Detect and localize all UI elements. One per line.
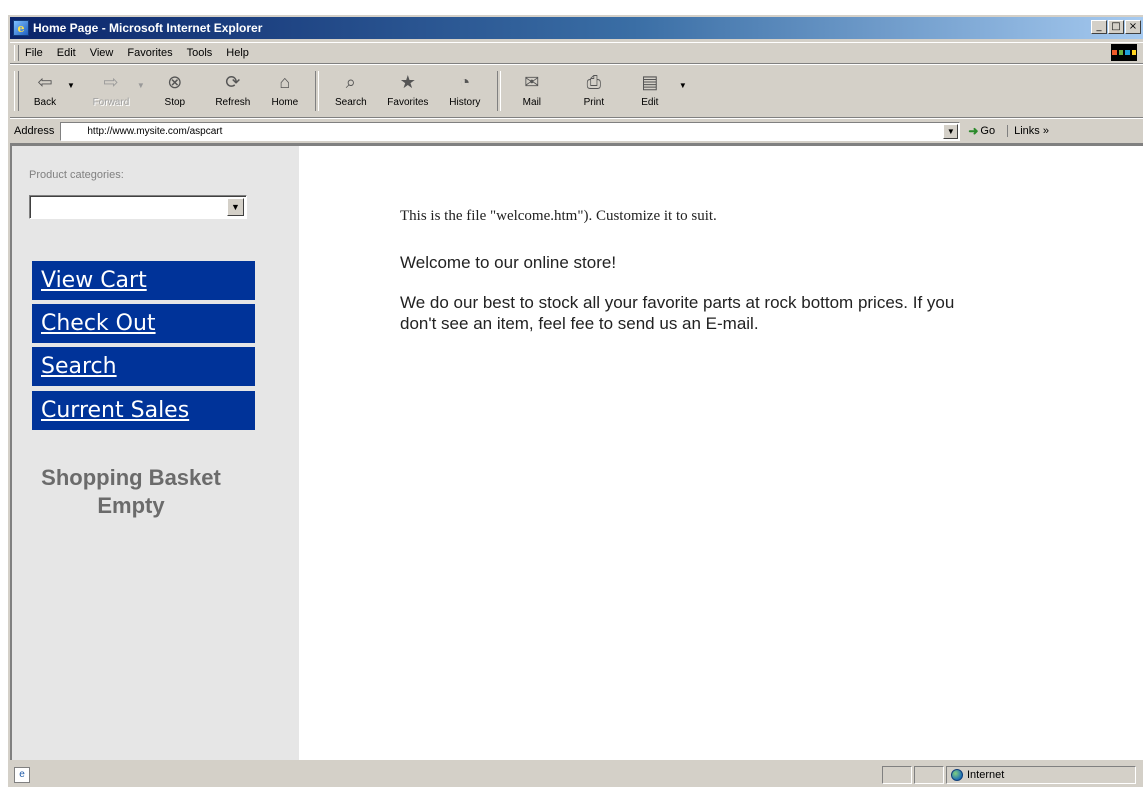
- favorites-label: Favorites: [387, 97, 429, 108]
- search-label: Search: [335, 97, 367, 108]
- address-dropdown-icon[interactable]: ▼: [943, 123, 959, 139]
- address-bar: Address http://www.mysite.com/aspcart ▼ …: [10, 118, 1143, 144]
- stop-icon: ⊗: [167, 71, 183, 92]
- address-label: Address: [14, 125, 55, 137]
- status-bar: e Internet: [10, 763, 1143, 787]
- forward-dropdown-icon[interactable]: ▼: [137, 81, 145, 90]
- history-icon: ◔: [459, 71, 471, 92]
- nav-search[interactable]: Search: [32, 347, 255, 386]
- browser-window: e Home Page - Microsoft Internet Explore…: [7, 14, 1143, 787]
- check-out-link[interactable]: Check Out: [41, 311, 156, 336]
- toolbar-separator: [496, 71, 501, 111]
- windows-logo-icon: [1111, 44, 1137, 61]
- mail-label: Mail: [522, 97, 542, 108]
- edit-button[interactable]: ▤ Edit: [629, 68, 671, 114]
- nav-view-cart[interactable]: View Cart: [32, 261, 255, 300]
- mail-button[interactable]: ✉ Mail: [509, 68, 555, 114]
- forward-button[interactable]: ⇨ Forward: [87, 68, 135, 114]
- go-label: Go: [980, 125, 996, 137]
- search-button[interactable]: ⌕ Search: [327, 68, 375, 114]
- address-url: http://www.mysite.com/aspcart: [87, 125, 223, 137]
- window-title: Home Page - Microsoft Internet Explorer: [33, 21, 263, 35]
- back-arrow-icon: ⇦: [37, 71, 53, 92]
- stop-label: Stop: [164, 97, 186, 108]
- nav-check-out[interactable]: Check Out: [32, 304, 255, 343]
- title-bar[interactable]: e Home Page - Microsoft Internet Explore…: [10, 17, 1143, 39]
- links-button[interactable]: Links »: [1007, 125, 1049, 137]
- basket-state: Empty: [97, 493, 165, 518]
- internet-globe-icon: [951, 769, 963, 781]
- mail-icon: ✉: [524, 71, 540, 92]
- minimize-button[interactable]: _: [1091, 20, 1107, 34]
- standard-toolbar: ⇦ Back ▼ ⇨ Forward ▼ ⊗ Stop ⟳ Refresh ⌂ …: [10, 64, 1143, 118]
- view-cart-link[interactable]: View Cart: [41, 268, 147, 293]
- home-icon: ⌂: [279, 71, 291, 92]
- favorites-icon: ★: [399, 71, 416, 92]
- toolbar-separator: [314, 71, 319, 111]
- more-buttons-dropdown-icon[interactable]: ▼: [679, 81, 687, 90]
- print-label: Print: [583, 97, 605, 108]
- maximize-button[interactable]: □: [1108, 20, 1124, 34]
- status-text-panel: [32, 766, 882, 784]
- menu-grip[interactable]: [14, 45, 19, 61]
- home-button[interactable]: ⌂ Home: [263, 68, 307, 114]
- forward-arrow-icon: ⇨: [103, 71, 119, 92]
- window-controls: _ □ ×: [1091, 20, 1141, 34]
- page-status-icon: e: [14, 767, 30, 783]
- sidebar: Product categories: ▼ View Cart Check Ou…: [12, 146, 299, 760]
- menu-edit[interactable]: Edit: [57, 47, 76, 59]
- toolbar-grip[interactable]: [14, 71, 19, 111]
- print-button[interactable]: ⎙ Print: [573, 68, 615, 114]
- nav-current-sales[interactable]: Current Sales: [32, 391, 255, 430]
- welcome-heading: Welcome to our online store!: [400, 253, 617, 272]
- edit-label: Edit: [641, 97, 659, 108]
- status-panel: [882, 766, 912, 784]
- back-button[interactable]: ⇦ Back: [25, 68, 65, 114]
- welcome-body: We do our best to stock all your favorit…: [400, 293, 955, 333]
- category-select[interactable]: ▼: [29, 195, 247, 219]
- go-button[interactable]: ➜ Go: [968, 124, 995, 138]
- main-content: This is the file "welcome.htm"). Customi…: [400, 208, 1040, 353]
- refresh-button[interactable]: ⟳ Refresh: [207, 68, 259, 114]
- print-icon: ⎙: [586, 71, 602, 92]
- search-link[interactable]: Search: [41, 354, 117, 379]
- menu-bar: File Edit View Favorites Tools Help: [10, 42, 1143, 64]
- history-button[interactable]: ◔ History: [441, 68, 489, 114]
- favorites-button[interactable]: ★ Favorites: [379, 68, 437, 114]
- chevron-down-icon[interactable]: ▼: [227, 198, 244, 216]
- menu-view[interactable]: View: [90, 47, 114, 59]
- search-icon: ⌕: [345, 71, 356, 92]
- status-panel: [914, 766, 944, 784]
- menu-favorites[interactable]: Favorites: [127, 47, 172, 59]
- stop-button[interactable]: ⊗ Stop: [157, 68, 193, 114]
- home-label: Home: [271, 97, 299, 108]
- address-input[interactable]: http://www.mysite.com/aspcart ▼: [60, 121, 961, 141]
- customize-note: This is the file "welcome.htm"). Customi…: [400, 208, 717, 224]
- category-label: Product categories:: [29, 169, 124, 181]
- basket-title: Shopping Basket: [41, 465, 221, 490]
- forward-label: Forward: [92, 97, 130, 108]
- ie-logo-icon: e: [13, 20, 29, 36]
- history-label: History: [449, 97, 481, 108]
- go-arrow-icon: ➜: [968, 124, 979, 138]
- back-dropdown-icon[interactable]: ▼: [67, 81, 75, 90]
- shopping-basket-status: Shopping Basket Empty: [12, 464, 250, 520]
- refresh-icon: ⟳: [225, 71, 241, 92]
- edit-icon: ▤: [641, 71, 659, 92]
- security-zone-panel: Internet: [946, 766, 1136, 784]
- menu-tools[interactable]: Tools: [187, 47, 213, 59]
- menu-file[interactable]: File: [25, 47, 43, 59]
- back-label: Back: [33, 97, 57, 108]
- current-sales-link[interactable]: Current Sales: [41, 398, 189, 423]
- refresh-label: Refresh: [215, 97, 251, 108]
- page-content: Product categories: ▼ View Cart Check Ou…: [10, 144, 1143, 760]
- close-button[interactable]: ×: [1125, 20, 1141, 34]
- menu-help[interactable]: Help: [226, 47, 249, 59]
- zone-label: Internet: [967, 769, 1005, 781]
